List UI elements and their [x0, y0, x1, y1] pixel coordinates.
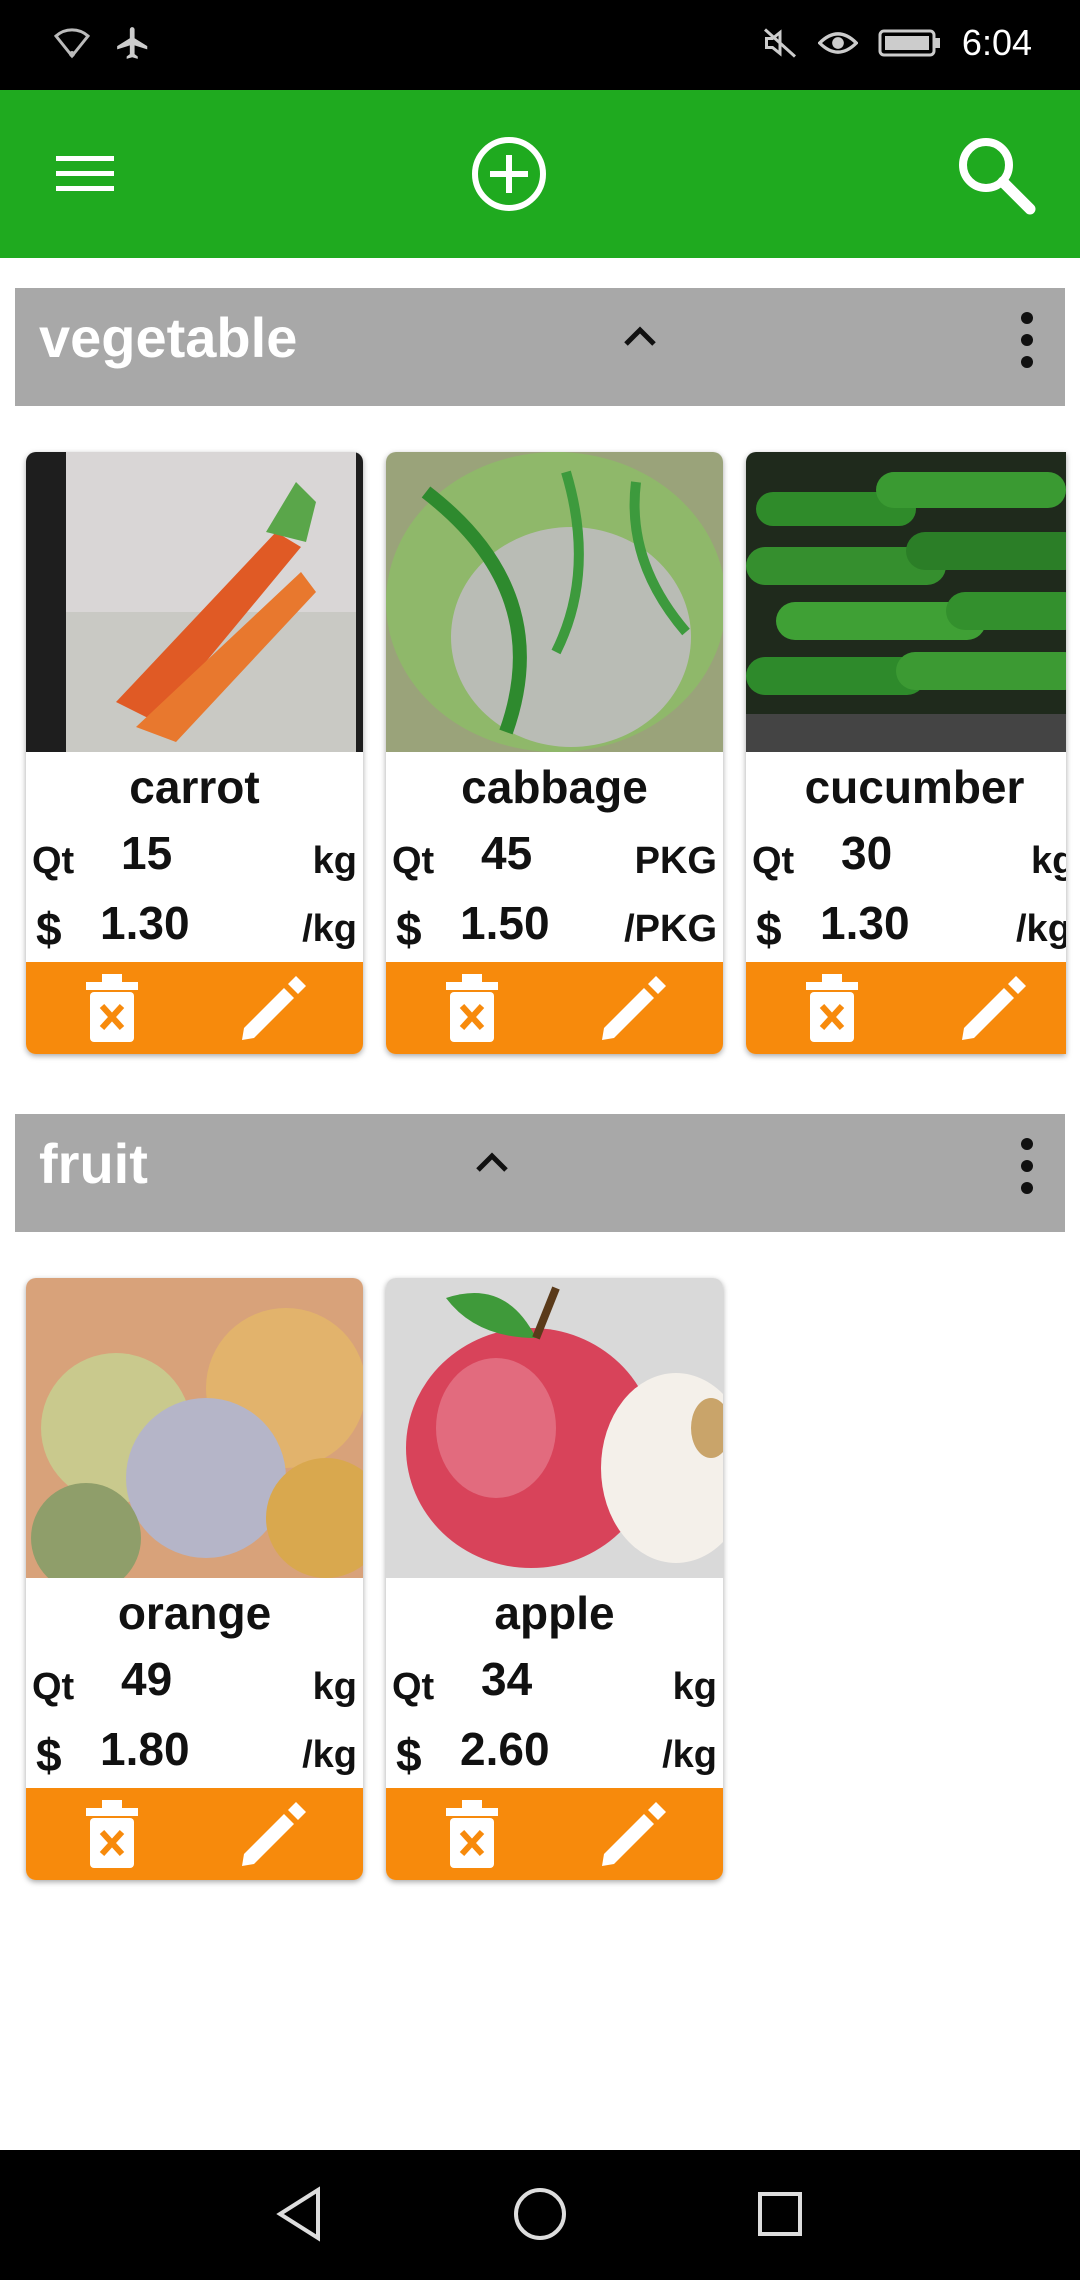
recents-icon[interactable] — [748, 2182, 812, 2246]
quantity-value: 49 — [121, 1653, 173, 1705]
airplane-mode-icon — [117, 27, 148, 59]
price-value: 1.30 — [820, 897, 910, 949]
price-unit: /kg — [662, 1734, 717, 1776]
item-photo — [26, 452, 363, 752]
quantity-value: 30 — [841, 827, 893, 879]
delete-icon[interactable] — [442, 1798, 502, 1870]
quantity-value: 45 — [481, 827, 533, 879]
quantity-unit: kg — [312, 1666, 357, 1708]
price-value: 1.30 — [100, 897, 190, 949]
item-name: apple — [494, 1587, 615, 1639]
app-bar — [0, 90, 1080, 258]
edit-icon[interactable] — [598, 972, 670, 1044]
battery-icon — [878, 29, 940, 57]
delete-icon[interactable] — [82, 1798, 142, 1870]
menu-icon — [56, 156, 114, 191]
quantity-label: Qt — [392, 840, 435, 882]
wifi-icon — [53, 28, 91, 59]
quantity-unit: kg — [672, 1666, 717, 1708]
system-nav-bar — [0, 2150, 1080, 2280]
quantity-unit: kg — [1031, 840, 1066, 882]
section-title: fruit — [39, 1132, 148, 1195]
add-circle-icon — [472, 137, 546, 211]
quantity-label: Qt — [392, 1666, 435, 1708]
item-name: cucumber — [804, 761, 1025, 813]
quantity-label: Qt — [32, 840, 75, 882]
edit-icon[interactable] — [238, 972, 310, 1044]
price-unit: /kg — [302, 908, 357, 950]
price-label: $ — [396, 903, 422, 955]
card-actions — [386, 962, 723, 1054]
quantity-value: 34 — [481, 1653, 533, 1705]
search-button[interactable] — [950, 90, 1040, 258]
item-photo — [386, 1278, 723, 1578]
price-label: $ — [396, 1729, 422, 1781]
search-icon — [959, 138, 1036, 215]
price-value: 1.80 — [100, 1723, 190, 1775]
delete-icon[interactable] — [82, 972, 142, 1044]
more-options-icon[interactable] — [1017, 1138, 1037, 1194]
item-name: orange — [117, 1587, 272, 1639]
item-photo — [386, 452, 723, 752]
menu-button[interactable] — [40, 90, 130, 258]
price-label: $ — [36, 903, 62, 955]
price-label: $ — [36, 1729, 62, 1781]
item-photo — [26, 1278, 363, 1578]
item-card-carrot[interactable]: carrot Qt 15 kg $ 1.30 /kg — [26, 452, 363, 1054]
mute-icon — [763, 28, 796, 58]
delete-icon[interactable] — [802, 972, 862, 1044]
item-card-cucumber[interactable]: cucumber Qt 30 kg $ 1.30 /kg — [746, 452, 1066, 1054]
item-card-apple[interactable]: apple Qt 34 kg $ 2.60 /kg — [386, 1278, 723, 1880]
card-actions — [26, 1788, 363, 1880]
card-actions — [26, 962, 363, 1054]
quantity-unit: PKG — [634, 840, 717, 882]
item-name: carrot — [129, 761, 260, 813]
add-item-button[interactable] — [464, 90, 554, 258]
section-title: vegetable — [39, 306, 298, 369]
quantity-value: 15 — [121, 827, 173, 879]
section-header-fruit[interactable]: fruit — [15, 1114, 1065, 1232]
quantity-unit: kg — [312, 840, 357, 882]
chevron-up-icon[interactable] — [472, 1144, 512, 1184]
eye-comfort-icon — [817, 32, 858, 54]
item-card-orange[interactable]: orange Qt 49 kg $ 1.80 /kg — [26, 1278, 363, 1880]
price-unit: /kg — [302, 1734, 357, 1776]
card-actions — [746, 962, 1066, 1054]
chevron-up-icon[interactable] — [620, 318, 660, 358]
edit-icon[interactable] — [238, 1798, 310, 1870]
delete-icon[interactable] — [442, 972, 502, 1044]
quantity-label: Qt — [752, 840, 795, 882]
price-value: 1.50 — [460, 897, 550, 949]
edit-icon[interactable] — [958, 972, 1030, 1044]
home-icon[interactable] — [508, 2182, 572, 2246]
back-icon[interactable] — [268, 2182, 332, 2246]
price-unit: /kg — [1016, 908, 1066, 950]
quantity-label: Qt — [32, 1666, 75, 1708]
item-photo — [746, 452, 1066, 752]
status-bar: 6:04 — [0, 0, 1080, 90]
item-name: cabbage — [461, 761, 648, 813]
more-options-icon[interactable] — [1017, 312, 1037, 368]
edit-icon[interactable] — [598, 1798, 670, 1870]
price-value: 2.60 — [460, 1723, 550, 1775]
item-card-cabbage[interactable]: cabbage Qt 45 PKG $ 1.50 /PKG — [386, 452, 723, 1054]
price-unit: /PKG — [624, 908, 717, 950]
card-actions — [386, 1788, 723, 1880]
price-label: $ — [756, 903, 782, 955]
section-header-vegetable[interactable]: vegetable — [15, 288, 1065, 406]
status-time: 6:04 — [961, 22, 1032, 63]
